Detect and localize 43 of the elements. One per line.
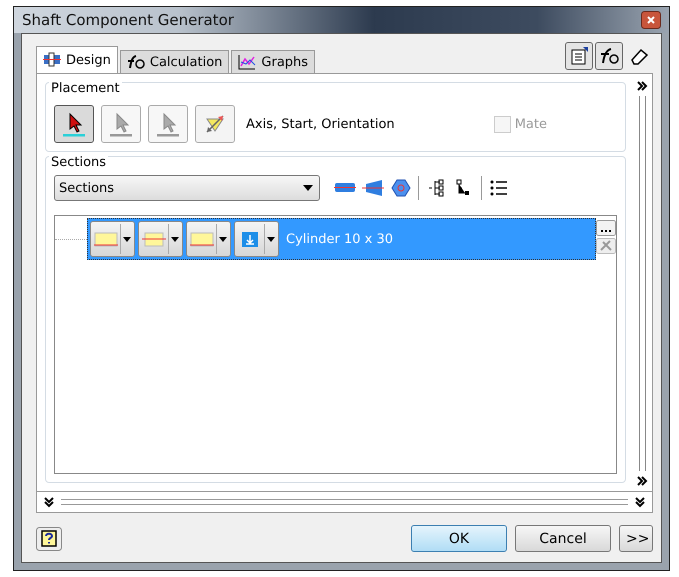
list-icon[interactable]: [488, 178, 510, 198]
caret-icon: [267, 236, 275, 242]
polygon-icon[interactable]: [390, 178, 412, 198]
select-button[interactable]: [54, 105, 94, 143]
help-icon[interactable]: [36, 526, 62, 550]
clipboard-icon[interactable]: [565, 42, 593, 70]
collapse-icon[interactable]: [43, 496, 55, 508]
expand-icon[interactable]: [636, 475, 648, 487]
function-icon: [126, 54, 145, 70]
close-icon[interactable]: [641, 11, 661, 29]
window-title: Shaft Component Generator: [22, 11, 234, 29]
dropdown-arrow-icon: [303, 185, 313, 191]
section-icon: [142, 230, 166, 248]
caret-icon: [171, 236, 179, 242]
shaft-icon: [43, 52, 61, 68]
collapse-icon[interactable]: [634, 496, 646, 508]
more-icon[interactable]: [596, 220, 616, 236]
cursor-icon: [61, 111, 87, 137]
caret-icon: [123, 236, 131, 242]
sections-dropdown[interactable]: Sections: [54, 175, 320, 201]
caret-icon: [219, 236, 227, 242]
edge-feature-button[interactable]: [186, 221, 231, 257]
flip-button[interactable]: [195, 105, 235, 143]
section-options-button[interactable]: [234, 221, 279, 257]
section-feature-button[interactable]: [138, 221, 183, 257]
chart-icon: [238, 54, 256, 70]
checkbox-label: Mate: [514, 116, 547, 132]
cone-icon[interactable]: [362, 178, 384, 198]
section-icon: [190, 230, 214, 248]
cursor-icon: [155, 111, 181, 137]
section-name: Cylinder 10 x 30: [286, 232, 394, 246]
tab[interactable]: Calculation: [120, 50, 230, 73]
dialog-button[interactable]: >>: [619, 525, 653, 552]
tab[interactable]: Graphs: [231, 50, 316, 73]
dialog-button[interactable]: OK: [411, 525, 507, 552]
dialog-button[interactable]: Cancel: [515, 525, 611, 552]
cursor-icon: [108, 111, 134, 137]
expand-icon[interactable]: [636, 80, 648, 92]
edge-feature-button[interactable]: [90, 221, 135, 257]
section-icon: [94, 230, 118, 248]
function-icon[interactable]: [595, 42, 623, 70]
instruction-text: Axis, Start, Orientation: [246, 116, 396, 132]
tab[interactable]: Design: [36, 46, 118, 73]
